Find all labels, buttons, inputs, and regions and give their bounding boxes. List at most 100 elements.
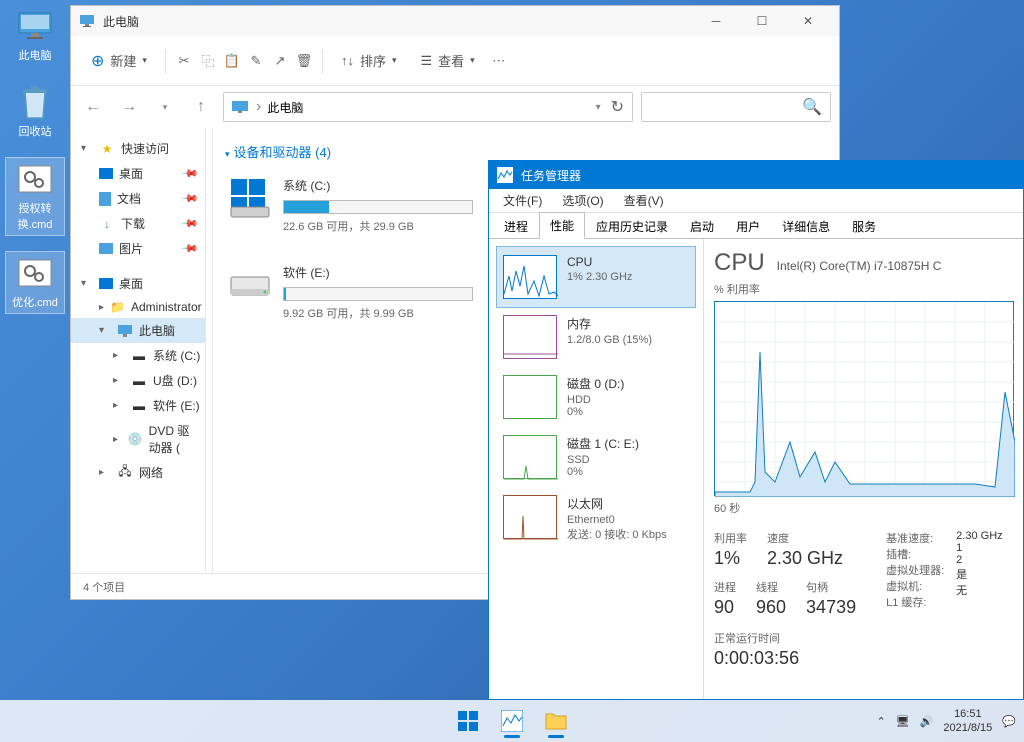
desktop-icon [99,278,113,289]
menu-file[interactable]: 文件(F) [493,190,552,211]
menu-view[interactable]: 查看(V) [614,190,674,211]
titlebar[interactable]: 此电脑 ─ ☐ ✕ [71,6,839,36]
sort-button[interactable]: ↑↓ 排序 ▾ [331,45,407,76]
pin-icon: 📌 [181,239,200,258]
picture-icon [99,243,113,254]
view-button[interactable]: ☰ 查看 ▾ [411,45,485,76]
minimize-button[interactable]: ─ [693,6,739,36]
share-button[interactable]: ↗ [270,52,290,70]
gears-icon [17,255,53,291]
pin-icon: 📌 [181,189,200,208]
maximize-button[interactable]: ☐ [739,6,785,36]
stat-speed: 速度 2.30 GHz [767,530,843,569]
network-tray-icon[interactable]: 🖥 [896,715,910,728]
drive-icon [229,264,271,306]
back-button[interactable]: ← [79,93,107,121]
view-icon: ☰ [421,53,433,69]
sidebar-desktop-root[interactable]: ▾桌面 [71,271,205,296]
tab-startup[interactable]: 启动 [679,213,725,239]
item-count: 4 个项目 [83,579,125,595]
perf-disk0[interactable]: 磁盘 0 (D:) HDD 0% [497,367,695,427]
chevron-down-icon[interactable]: ▾ [151,93,179,121]
task-manager-window: 任务管理器 文件(F) 选项(O) 查看(V) 进程 性能 应用历史记录 启动 … [488,160,1024,700]
gears-icon [17,161,53,197]
progress-bar [283,287,473,301]
drive-icon: ▬ [131,399,147,413]
toolbar: ⊕ 新建 ▾ ✂ ⿻ 📋 ✎ ↗ 🗑 ↑↓ 排序 ▾ ☰ 查看 ▾ ⋯ [71,36,839,86]
cpu-graph [714,301,1014,496]
start-button[interactable] [448,702,488,740]
perf-disk1[interactable]: 磁盘 1 (C: E:) SSD 0% [497,427,695,487]
monitor-icon [17,8,53,44]
notification-tray-icon[interactable]: 💬 [1002,715,1016,728]
sidebar-quick-access[interactable]: ▾★快速访问 [71,136,205,161]
sidebar-documents[interactable]: 文档📌 [71,186,205,211]
tm-title: 任务管理器 [521,167,581,184]
close-button[interactable]: ✕ [785,6,831,36]
volume-tray-icon[interactable]: 🔊 [920,715,934,728]
tm-titlebar[interactable]: 任务管理器 [489,161,1023,189]
sidebar-desktop[interactable]: 桌面📌 [71,161,205,186]
monitor-icon [232,101,248,113]
tab-processes[interactable]: 进程 [493,213,539,239]
rename-button[interactable]: ✎ [246,52,266,70]
desktop-icon-this-pc[interactable]: 此电脑 [5,5,65,66]
delete-button[interactable]: 🗑 [294,52,314,70]
sidebar-this-pc[interactable]: ▾此电脑 [71,318,205,343]
monitor-icon [117,324,133,338]
paste-button[interactable]: 📋 [222,52,242,70]
sidebar-drive-e[interactable]: ▸▬软件 (E:) [71,393,205,418]
sidebar-administrator[interactable]: ▸📁Administrator [71,296,205,318]
icon-label: 优化.cmd [12,294,58,310]
cpu-model: Intel(R) Core(TM) i7-10875H C [777,259,942,273]
sidebar-pictures[interactable]: 图片📌 [71,236,205,261]
desktop-icon [99,168,113,179]
sort-icon: ↑↓ [341,53,354,68]
tray-clock[interactable]: 16:51 2021/8/15 [943,707,992,736]
uptime-value: 0:00:03:56 [714,648,856,669]
address-bar[interactable]: › 此电脑 ▾ ↻ [223,92,633,122]
tab-app-history[interactable]: 应用历史记录 [585,213,679,239]
progress-bar [283,200,473,214]
breadcrumb: 此电脑 [267,99,303,116]
tm-main: CPU Intel(R) Core(TM) i7-10875H C % 利用率 … [704,239,1023,699]
new-button[interactable]: ⊕ 新建 ▾ [81,45,157,77]
pin-icon: 📌 [181,164,200,183]
tab-services[interactable]: 服务 [841,213,887,239]
tab-details[interactable]: 详细信息 [771,213,841,239]
uptime-label: 正常运行时间 [714,630,856,646]
system-tray: ⌃ 🖥 🔊 16:51 2021/8/15 💬 [876,707,1016,736]
copy-button[interactable]: ⿻ [198,52,218,70]
refresh-button[interactable]: ↻ [611,97,624,117]
sidebar-drive-c[interactable]: ▸▬系统 (C:) [71,343,205,368]
forward-button[interactable]: → [115,93,143,121]
perf-ethernet[interactable]: 以太网 Ethernet0 发送: 0 接收: 0 Kbps [497,487,695,550]
perf-cpu[interactable]: CPU 1% 2.30 GHz [497,247,695,307]
recycle-bin-icon [17,84,53,120]
sidebar-drive-d[interactable]: ▸▬U盘 (D:) [71,368,205,393]
tab-users[interactable]: 用户 [725,213,771,239]
tab-performance[interactable]: 性能 [539,212,585,239]
desktop-icon-optimize[interactable]: 优化.cmd [5,251,65,314]
cpu-heading: CPU [714,249,765,277]
desktop-icon-recycle-bin[interactable]: 回收站 [5,81,65,142]
more-button[interactable]: ⋯ [489,52,509,70]
desktop-icon-auth[interactable]: 授权转换.cmd [5,157,65,236]
up-button[interactable]: ↑ [187,93,215,121]
menu-options[interactable]: 选项(O) [552,190,613,211]
sidebar-dvd[interactable]: ▸💿DVD 驱动器 ( [71,418,205,460]
taskbar-taskmgr[interactable] [492,702,532,740]
monitor-icon [79,13,95,29]
perf-memory[interactable]: 内存 1.2/8.0 GB (15%) [497,307,695,367]
sidebar-network[interactable]: ▸🖧网络 [71,460,205,485]
tray-chevron-icon[interactable]: ⌃ [876,715,885,728]
stat-utilization: 利用率 1% [714,530,747,569]
sidebar-downloads[interactable]: ↓下载📌 [71,211,205,236]
drive-icon: ▬ [131,349,147,363]
taskbar-explorer[interactable] [536,702,576,740]
chevron-down-icon[interactable]: ▾ [596,102,601,113]
cut-button[interactable]: ✂ [174,52,194,70]
graph-timespan: 60 秒 [714,500,1023,516]
cpu-detail-table: 基准速度: 插槽: 虚拟处理器: 虚拟机: L1 缓存: 2.30 GHz 1 … [886,530,1003,669]
search-input[interactable]: 🔍 [641,92,831,122]
